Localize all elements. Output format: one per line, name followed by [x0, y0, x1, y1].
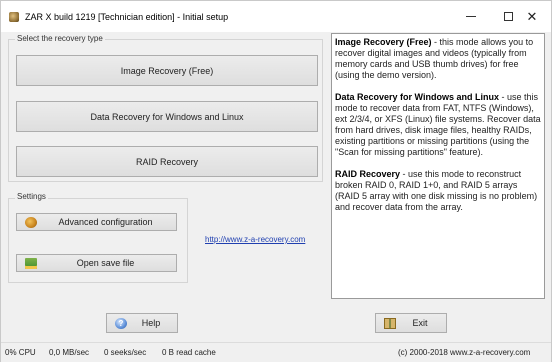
- exit-button[interactable]: Exit: [375, 313, 447, 333]
- open-save-file-button[interactable]: Open save file: [16, 254, 177, 272]
- close-icon: ✕: [526, 8, 538, 24]
- exit-label: Exit: [412, 318, 428, 328]
- image-recovery-label: Image Recovery (Free): [120, 65, 214, 76]
- data-recovery-description: Data Recovery for Windows and Linux - us…: [335, 92, 541, 158]
- advanced-configuration-button[interactable]: Advanced configuration: [16, 213, 177, 231]
- data-recovery-button[interactable]: Data Recovery for Windows and Linux: [16, 101, 318, 132]
- read-cache: 0 B read cache: [162, 348, 216, 357]
- main-window: ZAR X build 1219 [Technician edition] - …: [0, 0, 552, 362]
- raid-recovery-title: RAID Recovery: [335, 169, 401, 179]
- window-title: ZAR X build 1219 [Technician edition] - …: [25, 11, 229, 22]
- open-save-file-label: Open save file: [76, 258, 135, 268]
- advanced-configuration-label: Advanced configuration: [58, 217, 153, 227]
- gear-icon: [25, 216, 37, 228]
- status-bar: 0% CPU 0,0 MB/sec 0 seeks/sec 0 B read c…: [1, 342, 551, 362]
- help-label: Help: [141, 318, 161, 328]
- exit-door-icon: [384, 317, 396, 329]
- help-button[interactable]: ? Help: [106, 313, 178, 333]
- close-button[interactable]: ✕: [513, 1, 551, 32]
- raid-recovery-button[interactable]: RAID Recovery: [16, 146, 318, 177]
- seeks-per-second: 0 seeks/sec: [104, 348, 147, 357]
- raid-recovery-label: RAID Recovery: [135, 156, 198, 167]
- data-recovery-label: Data Recovery for Windows and Linux: [90, 111, 244, 122]
- app-icon: [9, 11, 19, 22]
- raid-recovery-description: RAID Recovery - use this mode to reconst…: [335, 169, 541, 213]
- maximize-icon: [503, 12, 513, 21]
- throughput: 0,0 MB/sec: [49, 348, 90, 357]
- recovery-type-label: Select the recovery type: [15, 34, 105, 43]
- data-recovery-title: Data Recovery for Windows and Linux: [335, 92, 499, 102]
- image-recovery-description: Image Recovery (Free) - this mode allows…: [335, 37, 541, 81]
- website-link[interactable]: http://www.z-a-recovery.com: [205, 235, 305, 244]
- settings-label: Settings: [15, 192, 48, 201]
- folder-icon: [25, 257, 37, 269]
- image-recovery-button[interactable]: Image Recovery (Free): [16, 55, 318, 86]
- copyright-text: (c) 2000-2018 www.z-a-recovery.com: [398, 348, 531, 357]
- help-icon: ?: [115, 317, 127, 329]
- cpu-usage: 0% CPU: [5, 348, 36, 357]
- minimize-icon: [466, 16, 476, 17]
- info-panel: Image Recovery (Free) - this mode allows…: [331, 33, 545, 299]
- minimize-button[interactable]: [451, 1, 491, 32]
- title-bar[interactable]: ZAR X build 1219 [Technician edition] - …: [1, 1, 551, 32]
- image-recovery-title: Image Recovery (Free): [335, 37, 432, 47]
